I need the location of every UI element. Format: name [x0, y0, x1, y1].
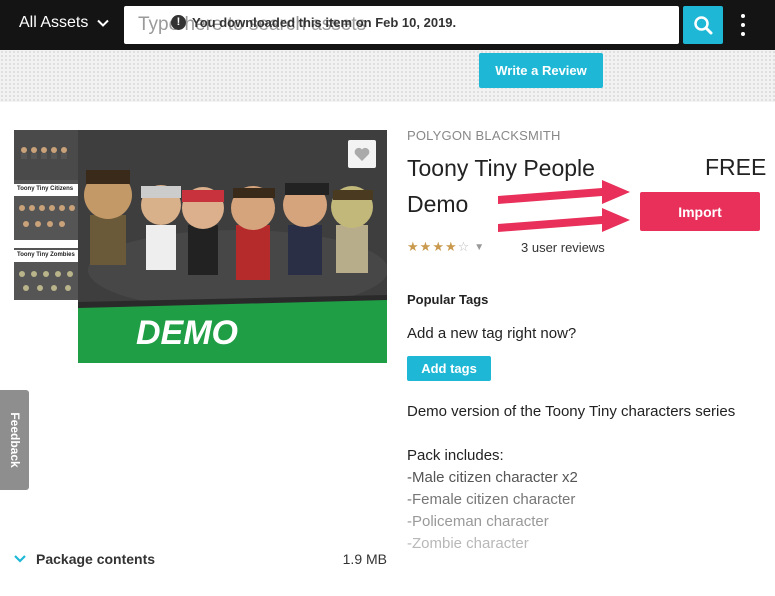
add-tag-prompt: Add a new tag right now?	[407, 325, 577, 342]
heart-icon	[354, 147, 370, 161]
download-notice: ! You downloaded this item on Feb 10, 20…	[171, 12, 456, 32]
import-button[interactable]: Import	[640, 192, 760, 231]
download-notice-text: You downloaded this item on Feb 10, 2019…	[192, 14, 457, 30]
package-contents-toggle[interactable]: Package contents 1.9 MB	[14, 550, 387, 570]
pack-item: -Zombie character	[407, 535, 529, 552]
star-icon: ★	[419, 239, 432, 254]
chevron-down-icon	[14, 555, 26, 563]
all-assets-dropdown[interactable]: All Assets	[19, 14, 110, 32]
product-description: Demo version of the Toony Tiny character…	[407, 403, 736, 420]
write-review-button[interactable]: Write a Review	[479, 53, 603, 88]
pack-item: -Policeman character	[407, 513, 549, 530]
product-price: FREE	[705, 154, 767, 180]
add-tags-button[interactable]: Add tags	[407, 356, 491, 381]
demo-banner-text: DEMO	[136, 314, 238, 352]
citizens-preview-icon	[19, 205, 75, 227]
product-main-image[interactable]: DEMO	[78, 130, 387, 363]
thumbnail-2[interactable]: Toony Tiny Citizens	[14, 180, 78, 240]
thumbnail-1[interactable]	[14, 130, 78, 180]
arrow-icon	[498, 180, 630, 204]
favorite-button[interactable]	[348, 140, 376, 168]
chevron-down-icon	[97, 19, 110, 27]
annotation-arrows	[498, 180, 630, 232]
popular-tags-heading: Popular Tags	[407, 292, 489, 307]
rating-stars[interactable]: ★ ★ ★ ★ ☆ ▼	[407, 239, 484, 255]
info-icon: !	[171, 14, 186, 30]
star-icon: ★	[432, 239, 444, 254]
user-reviews-link[interactable]: 3 user reviews	[521, 240, 605, 255]
star-icon: ★	[407, 239, 419, 254]
characters-lineup-icon	[14, 130, 78, 180]
feedback-label: Feedback	[7, 412, 22, 468]
star-empty-icon: ☆	[457, 239, 470, 254]
package-contents-label: Package contents	[36, 551, 156, 567]
zombies-preview-icon	[19, 271, 73, 291]
download-notice-bar	[0, 50, 775, 102]
caret-down-icon: ▼	[474, 241, 485, 253]
pack-item: -Female citizen character	[407, 491, 576, 508]
feedback-tab[interactable]: Feedback	[0, 390, 29, 490]
characters-illustration: DEMO	[78, 130, 387, 363]
arrow-icon	[498, 208, 630, 232]
assets-dropdown-label: All Assets	[19, 14, 89, 31]
thumbnail-3[interactable]: Toony Tiny Zombies	[14, 248, 78, 300]
star-icon: ★	[444, 239, 457, 254]
search-button[interactable]	[683, 6, 723, 44]
pack-includes-heading: Pack includes:	[407, 447, 504, 464]
pack-item: -Male citizen character x2	[407, 469, 578, 486]
package-size: 1.9 MB	[342, 551, 387, 567]
search-icon	[694, 16, 713, 35]
publisher-name[interactable]: POLYGON BLACKSMITH	[407, 128, 561, 143]
more-options-icon[interactable]	[736, 14, 750, 36]
